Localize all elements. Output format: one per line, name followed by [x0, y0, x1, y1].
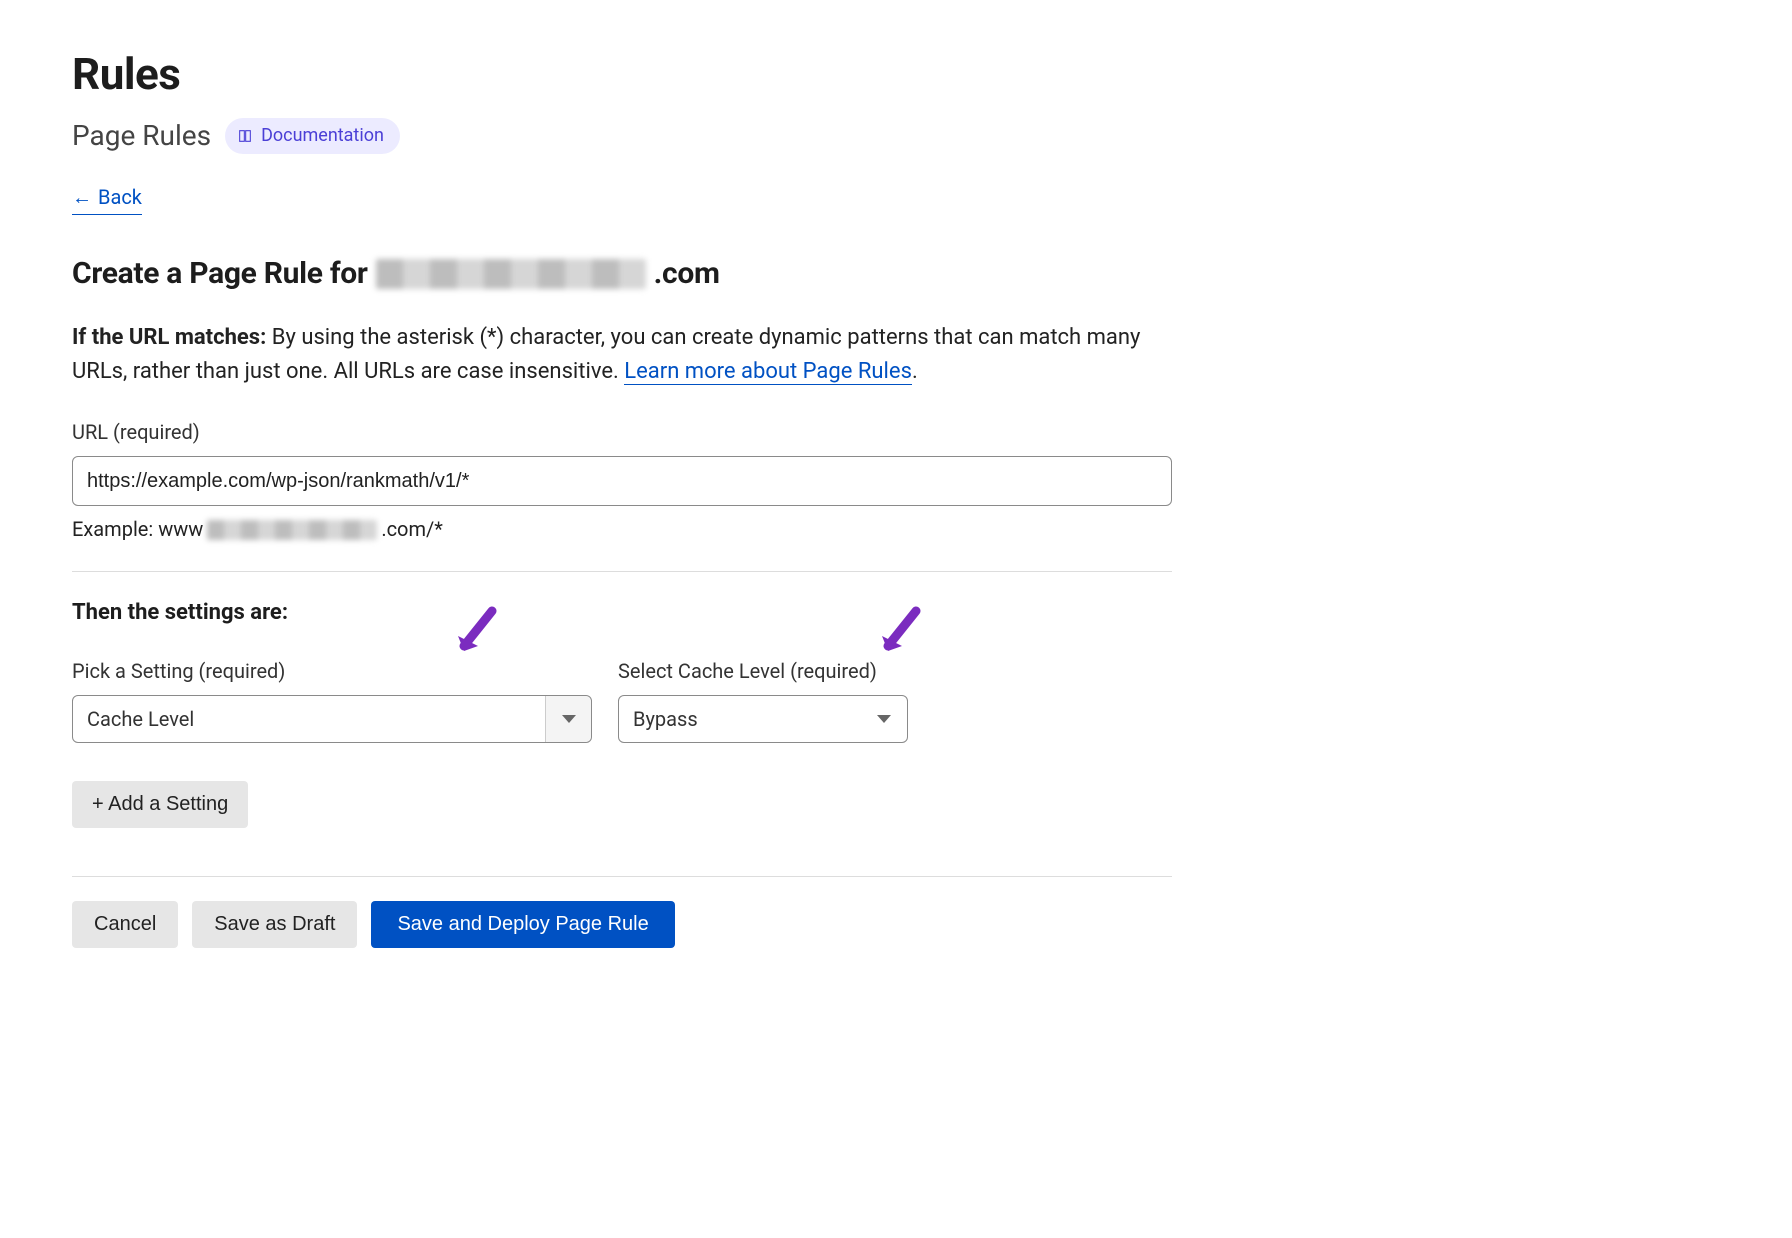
documentation-label: Documentation — [261, 122, 384, 150]
redacted-example-domain — [207, 520, 377, 540]
redacted-domain — [376, 259, 646, 289]
pick-setting-label: Pick a Setting (required) — [72, 656, 592, 687]
example-prefix: Example: www — [72, 514, 203, 545]
footer-actions: Cancel Save as Draft Save and Deploy Pag… — [72, 901, 1720, 948]
save-deploy-button[interactable]: Save and Deploy Page Rule — [371, 901, 674, 948]
back-link[interactable]: ← Back — [72, 182, 142, 215]
learn-more-link[interactable]: Learn more about Page Rules — [624, 359, 912, 385]
intro-paragraph: If the URL matches: By using the asteris… — [72, 321, 1152, 389]
cache-level-column: Select Cache Level (required) Bypass — [618, 656, 908, 743]
pick-setting-column: Pick a Setting (required) Cache Level — [72, 656, 592, 743]
pick-setting-select[interactable]: Cache Level — [72, 695, 592, 743]
save-draft-button[interactable]: Save as Draft — [192, 901, 357, 948]
heading-suffix: .com — [654, 251, 720, 298]
add-setting-button[interactable]: + Add a Setting — [72, 781, 248, 828]
caret-box — [545, 696, 591, 742]
page-subtitle: Page Rules — [72, 114, 211, 157]
form-heading: Create a Page Rule for .com — [72, 251, 1720, 298]
cache-level-label: Select Cache Level (required) — [618, 656, 908, 687]
book-icon — [237, 128, 253, 144]
divider — [72, 571, 1172, 572]
documentation-pill[interactable]: Documentation — [225, 118, 400, 154]
chevron-down-icon — [562, 715, 576, 723]
settings-row: Pick a Setting (required) Cache Level Se… — [72, 656, 1720, 743]
subtitle-row: Page Rules Documentation — [72, 114, 1720, 157]
heading-prefix: Create a Page Rule for — [72, 251, 368, 298]
url-example: Example: www .com/* — [72, 514, 1720, 545]
cache-level-value: Bypass — [619, 704, 861, 735]
pick-setting-value: Cache Level — [73, 704, 545, 735]
page-title: Rules — [72, 40, 1720, 108]
settings-heading: Then the settings are: — [72, 596, 1720, 630]
divider — [72, 876, 1172, 877]
caret-box — [861, 696, 907, 742]
intro-period: . — [912, 359, 918, 384]
back-label: Back — [98, 182, 142, 213]
example-suffix: .com/* — [381, 514, 443, 545]
cache-level-select[interactable]: Bypass — [618, 695, 908, 743]
chevron-down-icon — [877, 715, 891, 723]
arrow-left-icon: ← — [72, 182, 92, 213]
url-label: URL (required) — [72, 417, 1720, 448]
cancel-button[interactable]: Cancel — [72, 901, 178, 948]
url-input[interactable] — [72, 456, 1172, 506]
intro-strong: If the URL matches: — [72, 325, 266, 350]
